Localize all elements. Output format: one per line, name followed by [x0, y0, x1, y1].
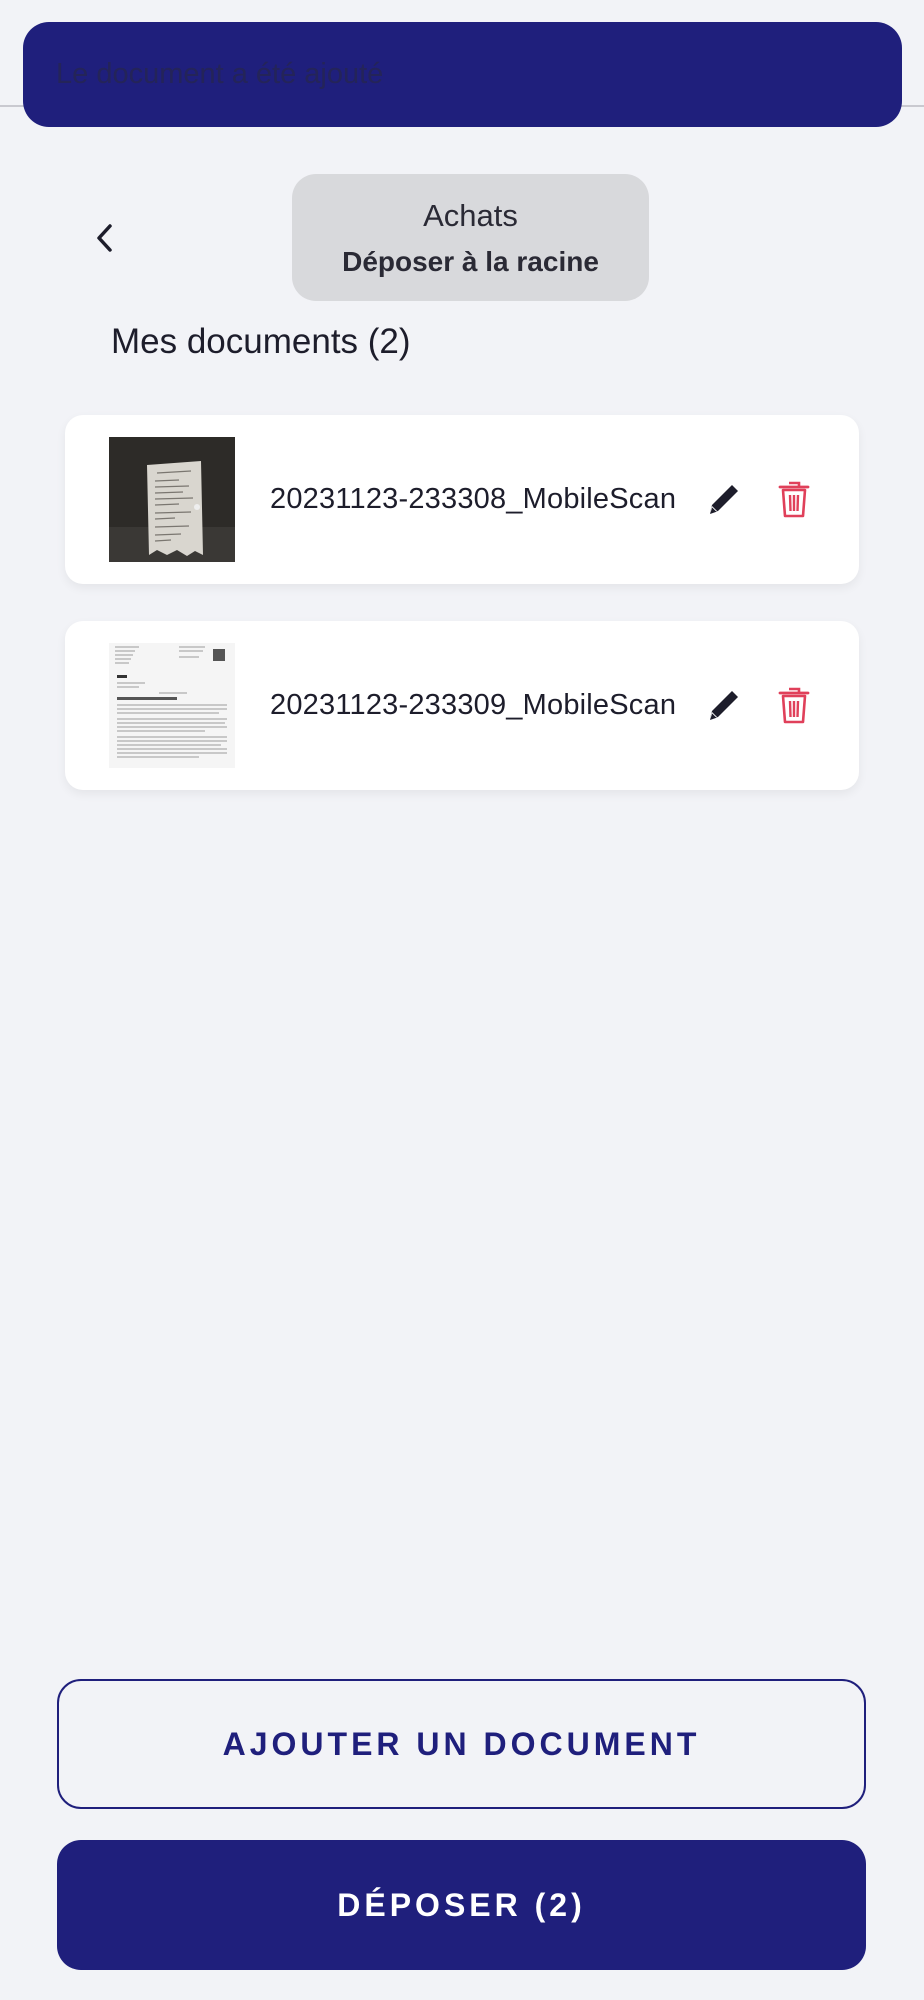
- folder-action: Déposer à la racine: [342, 245, 599, 277]
- toast-message: Le document a été ajouté: [56, 58, 384, 90]
- folder-selector[interactable]: Achats Déposer à la racine: [292, 174, 649, 301]
- chevron-left-icon: [97, 224, 112, 252]
- document-thumbnail: [109, 643, 235, 768]
- back-button[interactable]: [80, 213, 130, 263]
- submit-button[interactable]: DÉPOSER (2): [57, 1840, 866, 1970]
- pencil-icon: [710, 485, 738, 514]
- section-title: Mes documents (2): [111, 322, 411, 361]
- pencil-icon: [710, 691, 738, 720]
- document-card[interactable]: 20231123-233308_MobileScan: [65, 415, 859, 584]
- add-document-button[interactable]: AJOUTER UN DOCUMENT: [57, 1679, 866, 1809]
- trash-icon: [778, 687, 810, 724]
- edit-button[interactable]: [702, 683, 746, 727]
- document-thumbnail: [109, 437, 235, 562]
- delete-button[interactable]: [772, 681, 816, 729]
- document-card[interactable]: 20231123-233309_MobileScan: [65, 621, 859, 790]
- screen: Le document a été ajouté Achats Déposer …: [0, 0, 924, 2000]
- toast-notification: Le document a été ajouté: [23, 22, 902, 127]
- folder-name: Achats: [423, 197, 518, 233]
- trash-icon: [778, 481, 810, 518]
- document-name: 20231123-233308_MobileScan: [270, 483, 677, 515]
- edit-button[interactable]: [702, 477, 746, 521]
- document-name: 20231123-233309_MobileScan: [270, 689, 677, 721]
- delete-button[interactable]: [772, 475, 816, 523]
